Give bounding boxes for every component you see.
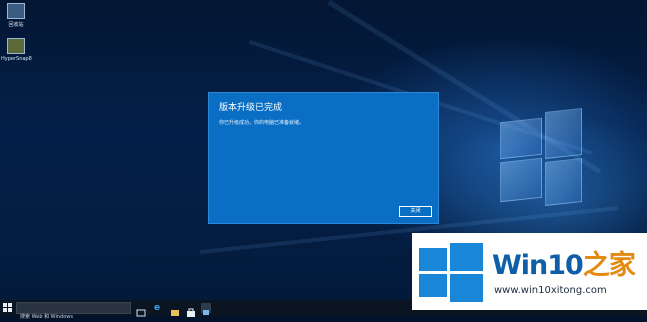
task-view-button[interactable]	[136, 303, 146, 317]
edge-browser-button[interactable]: e	[153, 303, 163, 313]
desktop-icon-label: HyperSnap8	[1, 56, 32, 62]
windows-logo-icon	[3, 303, 7, 307]
wallpaper-logo-pane	[500, 117, 542, 160]
hypersnap-app-icon	[7, 38, 25, 54]
logo-pane	[419, 248, 447, 271]
recycle-bin-icon	[7, 3, 25, 19]
upgrade-complete-dialog: 版本升级已完成 你已升级成功，你的电脑已准备就绪。 关闭	[208, 92, 439, 224]
dialog-title: 版本升级已完成	[219, 103, 283, 113]
dialog-message: 你已升级成功，你的电脑已准备就绪。	[219, 120, 305, 126]
remote-desktop-button[interactable]	[201, 303, 211, 315]
wallpaper-logo-pane	[545, 158, 582, 206]
start-button[interactable]	[3, 303, 13, 313]
watermark-url: www.win10xitong.com	[494, 285, 607, 296]
taskbar-search-box[interactable]	[16, 302, 131, 322]
desktop-icon-recycle-bin[interactable]: 回收站	[1, 3, 31, 28]
logo-pane	[419, 274, 447, 297]
logo-pane	[450, 274, 483, 302]
search-input[interactable]	[17, 312, 130, 322]
wallpaper-logo-pane	[500, 157, 542, 203]
desktop-icon-label: 回收站	[8, 22, 24, 28]
brand-suffix: 之家	[582, 250, 636, 281]
desktop-icon-hypersnap[interactable]: HyperSnap8	[1, 38, 32, 62]
file-explorer-icon	[171, 310, 179, 316]
win10-logo-icon	[419, 243, 483, 302]
watermark-brand: Win10之家	[492, 243, 636, 282]
site-watermark: Win10之家 www.win10xitong.com	[412, 233, 647, 310]
wallpaper-logo-pane	[545, 108, 582, 159]
store-button[interactable]	[186, 303, 196, 317]
remote-desktop-icon	[203, 310, 209, 315]
store-icon	[187, 308, 195, 317]
windows-logo-icon	[8, 303, 12, 307]
windows-logo-icon	[3, 308, 7, 312]
brand-prefix: Win10	[492, 250, 584, 281]
close-button[interactable]: 关闭	[399, 206, 432, 217]
logo-pane	[450, 243, 483, 271]
windows-logo-icon	[8, 308, 12, 312]
edge-browser-icon: e	[154, 303, 161, 313]
task-view-icon	[136, 309, 146, 317]
file-explorer-button[interactable]	[170, 303, 180, 316]
